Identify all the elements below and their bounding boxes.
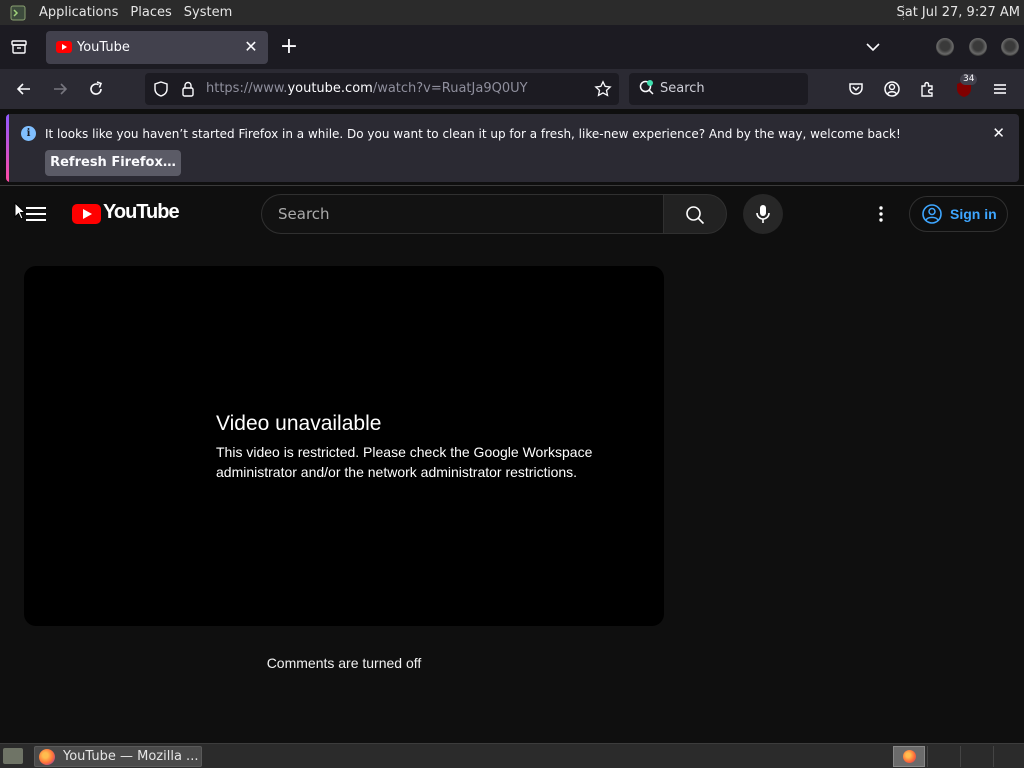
search-engine-icon[interactable] <box>637 78 657 98</box>
url-text[interactable]: https://www.youtube.com/watch?v=RuatJa9Q… <box>206 73 528 105</box>
taskbar-item-label: YouTube — Mozilla ... <box>63 749 199 764</box>
youtube-search-input[interactable]: Search <box>261 194 664 234</box>
places-menu[interactable]: Places <box>124 0 177 25</box>
mouse-pointer-icon <box>14 201 27 220</box>
firefox-view-icon[interactable] <box>10 38 28 56</box>
info-icon: i <box>21 126 36 141</box>
navigation-toolbar: https://www.youtube.com/watch?v=RuatJa9Q… <box>0 69 1024 109</box>
url-bar[interactable]: https://www.youtube.com/watch?v=RuatJa9Q… <box>145 73 619 105</box>
search-bar[interactable]: Search <box>629 73 808 105</box>
refresh-firefox-button[interactable]: Refresh Firefox… <box>45 150 181 176</box>
tab-title: YouTube <box>77 40 130 55</box>
search-bar-placeholder: Search <box>660 81 705 96</box>
youtube-play-logo-icon <box>72 204 101 224</box>
new-tab-button[interactable]: + <box>279 36 299 58</box>
account-icon[interactable] <box>882 79 902 99</box>
ublock-badge: 34 <box>960 74 978 85</box>
account-circle-icon <box>922 204 942 224</box>
refresh-firefox-notification: i It looks like you haven’t started Fire… <box>6 114 1019 182</box>
os-taskbar: YouTube — Mozilla ... <box>0 743 1024 768</box>
video-error-title: Video unavailable <box>216 412 382 435</box>
settings-kebab-icon[interactable] <box>871 204 891 224</box>
voice-search-button[interactable] <box>743 194 783 234</box>
os-top-panel: Applications Places System Sat Jul 27, 9… <box>0 0 1024 25</box>
bookmark-star-icon[interactable] <box>593 79 613 99</box>
video-player[interactable]: Video unavailable This video is restrict… <box>24 266 664 626</box>
comments-status: Comments are turned off <box>266 655 422 671</box>
youtube-logo[interactable]: YouTube <box>72 201 182 225</box>
workspace-3[interactable] <box>960 746 992 767</box>
url-path: /watch?v=RuatJa9Q0UY <box>372 81 528 96</box>
url-prefix: https://www. <box>206 81 288 96</box>
workspace-1[interactable] <box>893 746 925 767</box>
workspace-firefox-icon <box>903 750 916 763</box>
terminal-icon[interactable] <box>9 4 27 22</box>
guide-menu-icon[interactable] <box>26 206 46 222</box>
workspace-4[interactable] <box>993 746 1024 767</box>
tab-strip: YouTube ✕ + <box>0 25 1024 69</box>
applications-menu[interactable]: Applications <box>33 0 124 25</box>
youtube-search-button[interactable] <box>663 194 727 234</box>
search-icon <box>686 206 705 225</box>
reload-icon[interactable] <box>86 79 106 99</box>
tab-youtube[interactable]: YouTube ✕ <box>46 31 268 64</box>
tab-close-icon[interactable]: ✕ <box>242 38 260 56</box>
youtube-favicon-icon <box>56 41 72 53</box>
notification-close-icon[interactable]: ✕ <box>992 125 1005 141</box>
sign-in-label: Sign in <box>950 206 997 222</box>
extensions-puzzle-icon[interactable] <box>918 79 938 99</box>
show-desktop-icon[interactable] <box>3 748 23 764</box>
close-window-button[interactable] <box>1001 38 1019 56</box>
microphone-icon <box>756 205 770 223</box>
video-error-description: This video is restricted. Please check t… <box>216 444 593 480</box>
youtube-page: YouTube Search Sign in Video unavailable… <box>0 186 1024 743</box>
tracking-shield-icon[interactable] <box>151 79 171 99</box>
clock[interactable]: Sat Jul 27, 9:27 AM <box>896 0 1020 25</box>
list-all-tabs-chevron-icon[interactable] <box>864 39 882 55</box>
pocket-icon[interactable] <box>846 79 866 99</box>
app-menu-hamburger-icon[interactable] <box>990 79 1010 99</box>
notification-accent-stripe <box>6 114 9 182</box>
sign-in-button[interactable]: Sign in <box>909 196 1008 232</box>
taskbar-item-firefox[interactable]: YouTube — Mozilla ... <box>34 746 202 767</box>
forward-arrow-icon[interactable] <box>50 79 70 99</box>
system-menu[interactable]: System <box>178 0 238 25</box>
padlock-icon[interactable] <box>178 79 198 99</box>
maximize-window-button[interactable] <box>969 38 987 56</box>
minimize-window-button[interactable] <box>936 38 954 56</box>
firefox-icon <box>39 749 55 765</box>
youtube-search-placeholder: Search <box>278 205 330 223</box>
workspace-2[interactable] <box>927 746 959 767</box>
url-domain: youtube.com <box>287 81 373 96</box>
back-arrow-icon[interactable] <box>14 79 34 99</box>
youtube-logo-text: YouTube <box>103 201 180 223</box>
notification-message: It looks like you haven’t started Firefo… <box>45 127 901 141</box>
screen: Applications Places System Sat Jul 27, 9… <box>0 0 1024 768</box>
